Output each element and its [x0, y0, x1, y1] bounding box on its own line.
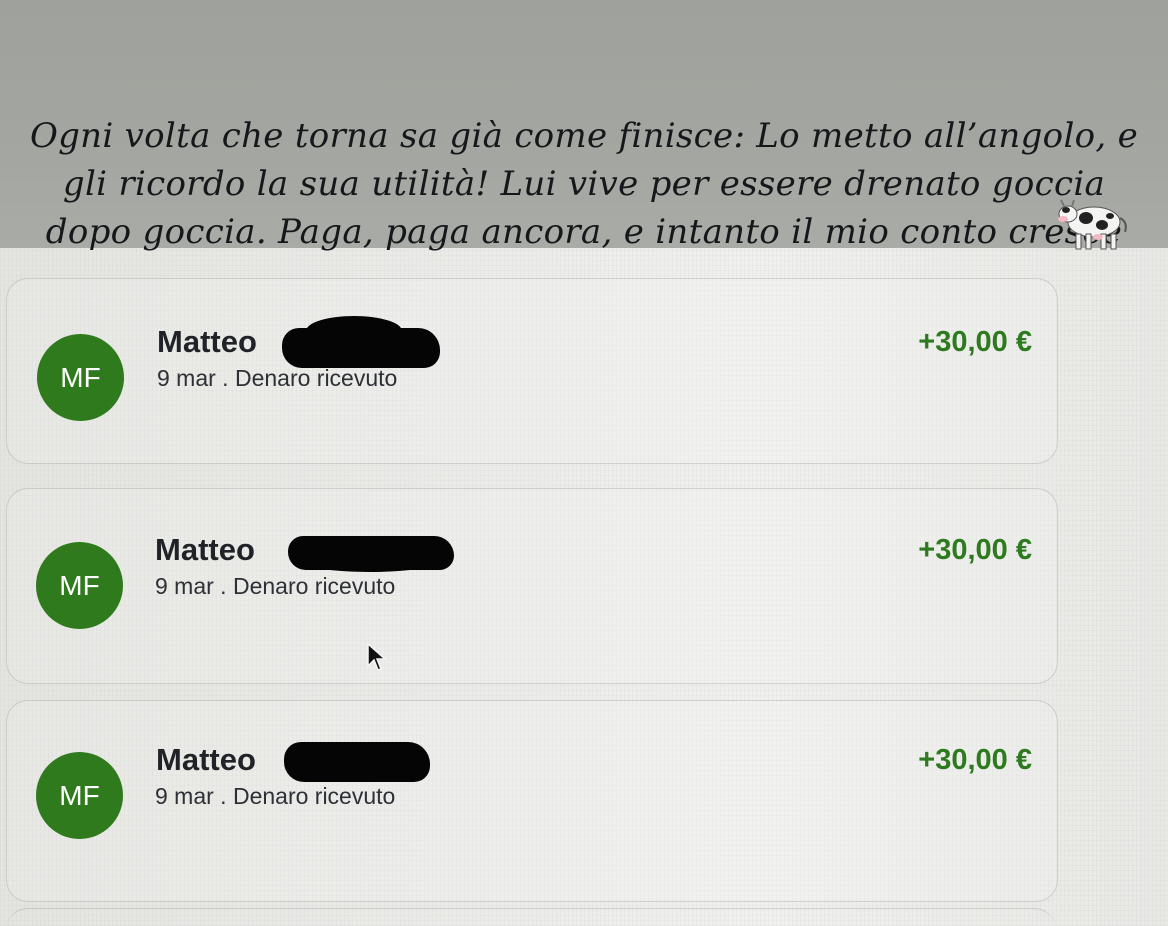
sender-name: Matteo — [157, 320, 257, 364]
transaction-card-partial — [6, 908, 1056, 926]
transaction-amount: +30,00 € — [918, 326, 1032, 358]
transaction-row[interactable]: MF Matteo 9 mar . Denaro ricevuto +30,00… — [0, 532, 1168, 642]
transaction-amount: +30,00 € — [918, 744, 1032, 776]
transaction-subtitle: 9 mar . Denaro ricevuto — [157, 365, 398, 391]
story-caption-text: Ogni volta che torna sa già come finisce… — [29, 116, 1139, 252]
sender-first-name: Matteo — [156, 742, 256, 777]
redaction-mark — [300, 550, 440, 572]
sender-name: Matteo — [155, 528, 255, 572]
sender-name: Matteo — [156, 738, 256, 782]
story-caption-overlay: Ogni volta che torna sa già come finisce… — [0, 0, 1168, 252]
avatar: MF — [36, 752, 123, 839]
transaction-subtitle: 9 mar . Denaro ricevuto — [155, 783, 396, 809]
cow-icon — [1058, 199, 1127, 250]
sender-first-name: Matteo — [155, 532, 255, 567]
transaction-amount: +30,00 € — [918, 534, 1032, 566]
transaction-row[interactable]: MF Matteo 9 mar . Denaro ricevuto +30,00… — [0, 316, 1168, 434]
avatar: MF — [37, 334, 124, 421]
avatar: MF — [36, 542, 123, 629]
sender-first-name: Matteo — [157, 324, 257, 359]
transactions-screen: MF Matteo 9 mar . Denaro ricevuto +30,00… — [0, 248, 1168, 926]
mouse-pointer-icon — [367, 642, 387, 671]
redaction-mark — [306, 316, 402, 346]
transaction-row[interactable]: MF Matteo 9 mar . Denaro ricevuto +30,00… — [0, 742, 1168, 852]
transaction-subtitle: 9 mar . Denaro ricevuto — [155, 573, 396, 599]
redaction-mark — [284, 742, 430, 782]
